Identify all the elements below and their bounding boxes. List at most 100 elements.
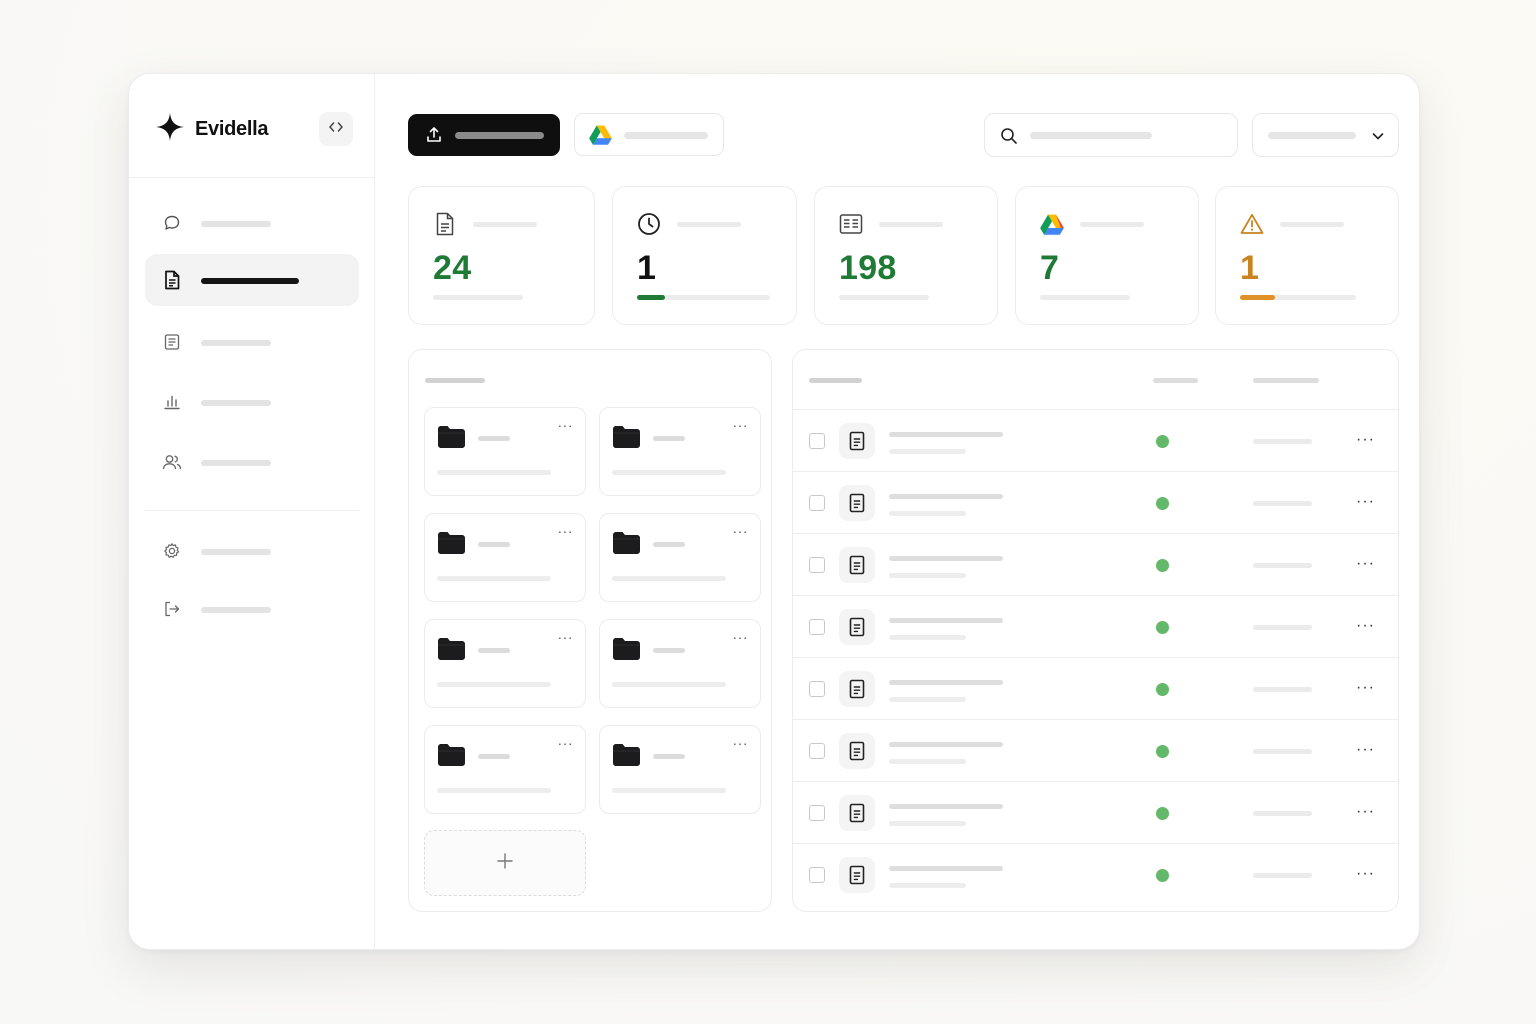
- file-name: [889, 866, 1003, 871]
- more-options-icon[interactable]: ···: [1356, 742, 1375, 758]
- more-options-icon[interactable]: ···: [1356, 432, 1375, 448]
- more-options-icon[interactable]: ···: [733, 524, 749, 538]
- folder-card[interactable]: ···: [424, 513, 586, 602]
- more-options-icon[interactable]: ···: [733, 736, 749, 750]
- file-date: [1253, 439, 1312, 444]
- folder-card[interactable]: ···: [424, 407, 586, 496]
- folders-panel: ··· ··· ··· ··· ··· ··· ··· ···: [408, 349, 772, 912]
- document-icon: [839, 547, 875, 583]
- column-header-date[interactable]: [1253, 378, 1319, 383]
- stat-caption: [839, 295, 929, 300]
- file-name: [889, 556, 1003, 561]
- warning-icon: [1240, 212, 1264, 236]
- sidebar-item-chat[interactable]: [145, 197, 359, 249]
- row-checkbox[interactable]: [809, 681, 825, 697]
- stat-value: 198: [839, 249, 897, 287]
- more-options-icon[interactable]: ···: [1356, 804, 1375, 820]
- folder-card[interactable]: ···: [599, 513, 761, 602]
- sidebar-item-logout[interactable]: [145, 583, 359, 635]
- column-header-status[interactable]: [1153, 378, 1198, 383]
- sidebar-item-documents[interactable]: [145, 254, 359, 306]
- stat-card-extracted[interactable]: 198: [814, 186, 998, 325]
- folder-card[interactable]: ···: [599, 407, 761, 496]
- brand[interactable]: Evidella: [155, 112, 269, 144]
- more-options-icon[interactable]: ···: [1356, 680, 1375, 696]
- file-date: [1253, 749, 1312, 754]
- file-meta: [889, 697, 966, 702]
- table-row[interactable]: ···: [793, 533, 1398, 595]
- folder-card[interactable]: ···: [424, 619, 586, 708]
- google-drive-button[interactable]: [574, 113, 724, 156]
- more-options-icon[interactable]: ···: [558, 418, 574, 432]
- more-options-icon[interactable]: ···: [1356, 866, 1375, 882]
- folder-card[interactable]: ···: [424, 725, 586, 814]
- clock-icon: [637, 212, 661, 236]
- folder-card[interactable]: ···: [599, 619, 761, 708]
- sidebar-item-reports[interactable]: [145, 316, 359, 368]
- progress-bar: [637, 295, 770, 300]
- app-window: Evidella 24 1 198 7 1 ··· ··· ··· ··· ··…: [128, 73, 1420, 950]
- sidebar: Evidella: [129, 74, 375, 949]
- folder-card[interactable]: ···: [599, 725, 761, 814]
- stat-card-warnings[interactable]: 1: [1215, 186, 1399, 325]
- folder-name: [653, 542, 685, 547]
- row-checkbox[interactable]: [809, 743, 825, 759]
- stat-card-pending[interactable]: 1: [612, 186, 797, 325]
- more-options-icon[interactable]: ···: [733, 418, 749, 432]
- folder-name: [653, 754, 685, 759]
- sidebar-item-label: [201, 607, 271, 613]
- stat-value: 7: [1040, 249, 1060, 287]
- table-row[interactable]: ···: [793, 409, 1398, 471]
- file-meta: [889, 821, 966, 826]
- filter-dropdown[interactable]: [1252, 113, 1399, 157]
- sidebar-item-users[interactable]: [145, 436, 359, 488]
- table-row[interactable]: ···: [793, 471, 1398, 533]
- table-row[interactable]: ···: [793, 657, 1398, 719]
- upload-button-label: [455, 132, 544, 139]
- chevron-down-icon: [1371, 129, 1385, 148]
- row-checkbox[interactable]: [809, 867, 825, 883]
- table-row[interactable]: ···: [793, 843, 1398, 905]
- row-checkbox[interactable]: [809, 557, 825, 573]
- status-dot: [1156, 497, 1169, 510]
- upload-button[interactable]: [408, 114, 560, 156]
- more-options-icon[interactable]: ···: [558, 524, 574, 538]
- document-icon: [839, 423, 875, 459]
- table-row[interactable]: ···: [793, 781, 1398, 843]
- sidebar-item-analytics[interactable]: [145, 376, 359, 428]
- row-checkbox[interactable]: [809, 495, 825, 511]
- more-options-icon[interactable]: ···: [1356, 494, 1375, 510]
- code-brackets-icon: [329, 120, 343, 138]
- stat-card-documents[interactable]: 24: [408, 186, 595, 325]
- add-folder-button[interactable]: [424, 830, 586, 896]
- brand-name: Evidella: [195, 117, 269, 140]
- file-date: [1253, 873, 1312, 878]
- more-options-icon[interactable]: ···: [558, 630, 574, 644]
- row-checkbox[interactable]: [809, 619, 825, 635]
- document-icon: [839, 857, 875, 893]
- row-checkbox[interactable]: [809, 433, 825, 449]
- more-options-icon[interactable]: ···: [1356, 618, 1375, 634]
- collapse-sidebar-button[interactable]: [319, 112, 353, 146]
- table-row[interactable]: ···: [793, 595, 1398, 657]
- search-input[interactable]: [984, 113, 1238, 157]
- folder-icon: [437, 425, 466, 454]
- table-row[interactable]: ···: [793, 719, 1398, 781]
- stat-card-drive[interactable]: 7: [1015, 186, 1199, 325]
- folder-icon: [612, 531, 641, 560]
- stat-label: [1080, 222, 1144, 227]
- folders-panel-title: [425, 378, 485, 383]
- column-header-name[interactable]: [809, 378, 862, 383]
- more-options-icon[interactable]: ···: [1356, 556, 1375, 572]
- more-options-icon[interactable]: ···: [733, 630, 749, 644]
- document-icon: [839, 671, 875, 707]
- more-options-icon[interactable]: ···: [558, 736, 574, 750]
- progress-fill: [1240, 295, 1275, 300]
- text-block-icon: [839, 212, 863, 236]
- folder-icon: [437, 637, 466, 666]
- stat-value: 1: [637, 249, 657, 287]
- document-icon: [433, 212, 457, 236]
- sidebar-item-settings[interactable]: [145, 525, 359, 577]
- row-checkbox[interactable]: [809, 805, 825, 821]
- report-icon: [162, 332, 182, 352]
